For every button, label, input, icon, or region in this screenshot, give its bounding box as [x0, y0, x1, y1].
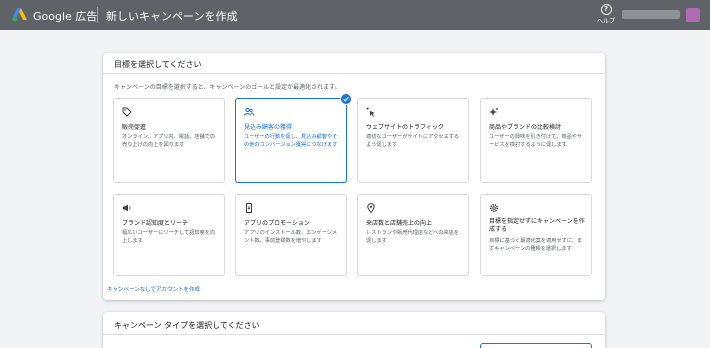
create-account-without-campaign-link[interactable]: キャンペーンなしでアカウントを作成 [107, 285, 200, 293]
goal-tile-sales[interactable]: 販売促進 オンライン、アプリ内、電話、店舗での売り上げの向上を図ります [113, 98, 225, 183]
goal-tile-title: 商品やブランドの比較検討 [489, 124, 562, 131]
location-pin-icon [367, 203, 375, 213]
top-app-bar: Google 広告 新しいキャンペーンを作成 ? ヘルプ [0, 0, 710, 30]
page-title: 新しいキャンペーンを作成 [106, 10, 238, 23]
avatar[interactable] [686, 8, 700, 22]
phone-icon [246, 203, 252, 213]
selected-checkmark-icon [340, 93, 352, 105]
google-ads-logo-icon [12, 8, 27, 22]
cursor-click-icon [366, 107, 375, 117]
goal-selection-card: 目標を選択してください キャンペーンの目標を選択すると、キャンペーンのゴールと設… [103, 53, 605, 300]
goal-tile-description: オンライン、アプリ内、電話、店舗での売り上げの向上を図ります [122, 134, 216, 148]
header-divider [97, 7, 98, 23]
goal-tile-description: 適切なユーザーがサイトにアクセスするよう促します [366, 134, 460, 148]
goal-tile-app-promotion[interactable]: アプリのプロモーション アプリのインストール数、エンゲージメント数、事前登録数を… [235, 194, 347, 276]
goal-tile-consideration[interactable]: 商品やブランドの比較検討 ユーザーの興味を引き付けて、商品やサービスを検討するよ… [480, 98, 592, 183]
help-button[interactable]: ? ヘルプ [595, 4, 617, 25]
goal-tile-website-traffic[interactable]: ウェブサイトのトラフィック 適切なユーザーがサイトにアクセスするよう促します [357, 98, 469, 183]
goal-tile-title: 目標を指定せずにキャンペーンを作成する [489, 218, 585, 233]
speaker-icon [123, 204, 131, 212]
goal-tile-brand-awareness[interactable]: ブランド認知度とリーチ 幅広いユーザーにリーチして認知度を向上します [113, 194, 225, 276]
people-icon [244, 107, 254, 116]
section-title: 目標を選択してください [114, 60, 202, 69]
brand-name: Google 広告 [33, 10, 98, 23]
goal-tile-description: ユーザーの行動を促し、見込み顧客やその他のコンバージョン獲得につなげます [244, 134, 338, 148]
section-title: キャンペーン タイプを選択してください [114, 321, 260, 330]
goal-tile-store-visits[interactable]: 来店数と店舗売上の向上 レストランや販売代理店などへの来店を促します [357, 194, 469, 276]
account-info-redacted[interactable] [622, 10, 680, 19]
goal-tile-title: ウェブサイトのトラフィック [366, 124, 444, 131]
goal-tile-title: 来店数と店舗売上の向上 [366, 220, 433, 227]
goal-tile-description: ユーザーの興味を引き付けて、商品やサービスを検討するように促します [489, 134, 583, 148]
goal-tile-description: 幅広いユーザーにリーチして認知度を向上します [122, 230, 216, 244]
goal-tile-description: アプリのインストール数、エンゲージメント数、事前登録数を増やします [244, 230, 338, 244]
campaign-type-tile-partial[interactable] [480, 343, 592, 348]
gear-icon [489, 203, 499, 213]
campaign-type-card: キャンペーン タイプを選択してください [103, 312, 605, 348]
goal-tile-description: レストランや販売代理店などへの来店を促します [366, 230, 460, 244]
section-description: キャンペーンの目標を選択すると、キャンペーンのゴールと設定が最適化されます。 [114, 84, 341, 91]
goal-tile-title: 販売促進 [122, 124, 147, 131]
tag-icon [122, 107, 132, 117]
goal-tile-title: ブランド認知度とリーチ [122, 220, 189, 227]
goal-tile-title: 見込み顧客の獲得 [244, 124, 293, 131]
help-icon: ? [600, 4, 612, 15]
help-label: ヘルプ [596, 18, 615, 25]
goal-tile-no-goal[interactable]: 目標を指定せずにキャンペーンを作成する 目標に基づく最適化案を適用せずに、まずキ… [480, 194, 592, 276]
section-divider [103, 334, 605, 335]
goal-tile-leads[interactable]: 見込み顧客の獲得 ユーザーの行動を促し、見込み顧客やその他のコンバージョン獲得に… [235, 93, 352, 183]
goal-tile-description: 目標に基づく最適化案を適用せずに、まずキャンペーンの種類を選択します [489, 238, 583, 252]
section-divider [103, 73, 605, 74]
goal-tile-title: アプリのプロモーション [244, 220, 310, 227]
sparkle-icon [489, 107, 499, 116]
